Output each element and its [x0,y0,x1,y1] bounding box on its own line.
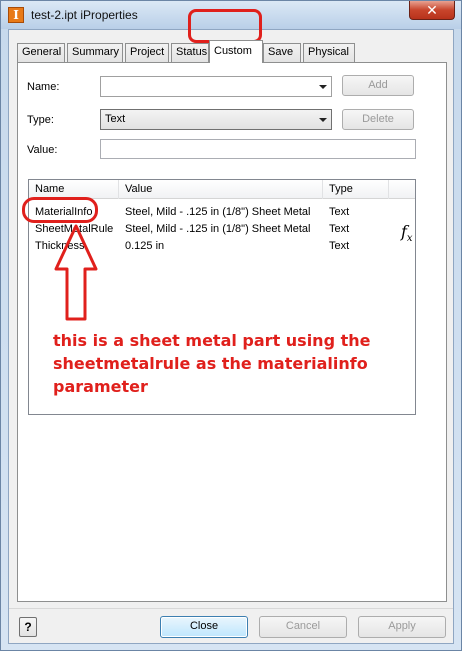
function-fx-icon[interactable]: fx [401,222,413,244]
row-value: 0.125 in [125,240,165,252]
column-header-blank [389,180,415,199]
name-label: Name: [27,81,60,93]
type-combobox-value: Text [105,113,126,125]
cancel-button[interactable]: Cancel [259,616,347,638]
add-button[interactable]: Add [342,75,414,96]
tab-status[interactable]: Status [171,43,209,62]
tab-project[interactable]: Project [125,43,169,62]
annotation-up-arrow-icon [54,224,98,321]
name-combobox[interactable] [100,76,332,97]
help-button[interactable]: ? [19,617,37,637]
footer-divider [9,608,453,609]
tab-summary[interactable]: Summary [67,43,123,62]
row-value: Steel, Mild - .125 in (1/8") Sheet Metal [125,223,311,235]
apply-button[interactable]: Apply [358,616,446,638]
delete-button[interactable]: Delete [342,109,414,130]
close-button[interactable]: Close [160,616,248,638]
row-value: Steel, Mild - .125 in (1/8") Sheet Metal [125,206,311,218]
inventor-app-icon: I [8,7,24,23]
window-close-button[interactable]: ✕ [409,1,455,20]
value-field[interactable] [100,139,416,159]
annotation-highlight-materialinfo [22,197,98,223]
value-label: Value: [27,144,58,156]
iproperties-window: I test-2.ipt iProperties ✕ General Summa… [0,0,462,651]
type-label: Type: [27,114,54,126]
annotation-highlight-custom-tab [188,9,262,43]
tab-strip: General Summary Project Status Custom Sa… [17,40,447,63]
tab-save[interactable]: Save [263,43,301,62]
column-header-type[interactable]: Type [323,180,389,199]
tab-general[interactable]: General [17,43,65,62]
row-type: Text [329,223,350,235]
tab-custom[interactable]: Custom [209,40,263,63]
annotation-text: this is a sheet metal part using the she… [53,331,371,396]
chevron-down-icon [319,85,327,89]
fx-subscript: x [406,233,413,245]
column-header-value[interactable]: Value [119,180,323,199]
type-combobox[interactable]: Text [100,109,332,130]
row-type: Text [329,240,350,252]
tab-physical[interactable]: Physical [303,43,355,62]
window-title: test-2.ipt iProperties [31,8,138,22]
row-type: Text [329,206,350,218]
chevron-down-icon [319,118,327,122]
